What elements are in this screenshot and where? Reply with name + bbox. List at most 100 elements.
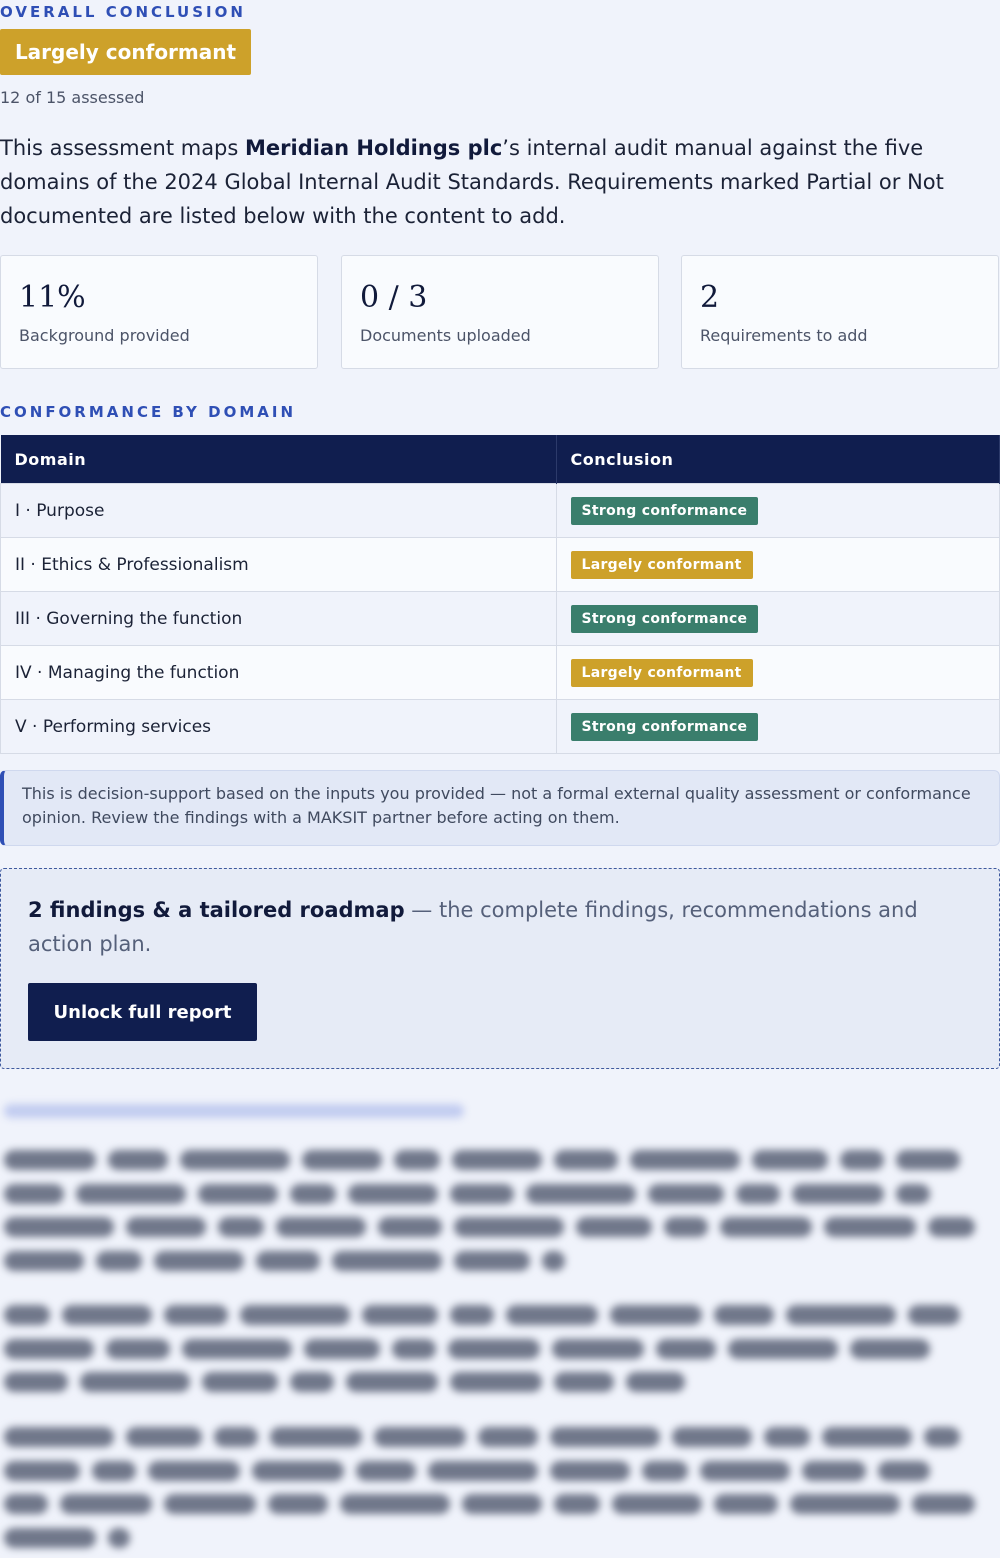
blurred-word — [240, 1305, 350, 1325]
stat-value: 0 / 3 — [360, 280, 428, 315]
blurred-word — [764, 1427, 810, 1447]
table-header-row: Domain Conclusion — [0, 435, 1000, 484]
blurred-word — [80, 1372, 190, 1392]
blurred-word — [454, 1217, 564, 1237]
blurred-word — [610, 1305, 702, 1325]
blurred-word — [462, 1494, 542, 1514]
status-badge: Strong conformance — [570, 604, 759, 633]
blurred-word — [164, 1494, 256, 1514]
status-badge: Strong conformance — [570, 712, 759, 741]
blurred-word — [340, 1494, 450, 1514]
blurred-word — [550, 1427, 660, 1447]
blurred-word — [198, 1184, 278, 1204]
unlock-description: 2 findings & a tailored roadmap — the co… — [28, 893, 948, 961]
blurred-word — [4, 1372, 68, 1392]
blurred-word — [792, 1184, 884, 1204]
stat-value: 11% — [19, 280, 86, 315]
blurred-word — [428, 1461, 538, 1481]
conclusion-cell: Largely conformant — [555, 537, 1000, 592]
blurred-word — [106, 1339, 170, 1359]
stat-label: Background provided — [19, 326, 190, 345]
blurred-word — [290, 1184, 336, 1204]
blurred-word — [60, 1494, 152, 1514]
stat-card-requirements: 2 Requirements to add — [681, 255, 999, 369]
blurred-word — [786, 1305, 896, 1325]
blurred-word — [182, 1339, 292, 1359]
unlock-panel: 2 findings & a tailored roadmap — the co… — [0, 868, 1000, 1069]
domain-cell: II · Ethics & Professionalism — [0, 537, 557, 592]
stat-value: 2 — [700, 280, 720, 315]
blurred-word — [4, 1184, 64, 1204]
blurred-word — [4, 1305, 50, 1325]
unlock-headline: 2 findings & a tailored roadmap — [28, 898, 405, 922]
status-badge: Largely conformant — [570, 658, 753, 687]
blurred-word — [164, 1305, 228, 1325]
blurred-word — [630, 1150, 740, 1170]
blurred-word — [554, 1150, 618, 1170]
blurred-word — [736, 1184, 780, 1204]
blurred-heading — [4, 1104, 464, 1118]
unlock-full-report-button[interactable]: Unlock full report — [28, 983, 257, 1041]
domain-cell: V · Performing services — [0, 699, 557, 754]
blurred-word — [908, 1305, 960, 1325]
blurred-word — [700, 1461, 790, 1481]
blurred-word — [392, 1339, 436, 1359]
stat-card-background: 11% Background provided — [0, 255, 318, 369]
blurred-word — [276, 1217, 366, 1237]
blurred-word — [148, 1461, 240, 1481]
blurred-word — [824, 1217, 916, 1237]
column-header-conclusion: Conclusion — [556, 435, 1000, 484]
blurred-word — [96, 1251, 142, 1271]
table-row: II · Ethics & Professionalism Largely co… — [0, 537, 1000, 592]
overall-conclusion-badge: Largely conformant — [0, 29, 251, 75]
blurred-word — [4, 1251, 84, 1271]
blurred-word — [714, 1494, 778, 1514]
blurred-word — [896, 1150, 960, 1170]
blurred-word — [448, 1339, 540, 1359]
blurred-word — [218, 1217, 264, 1237]
domain-cell: III · Governing the function — [0, 591, 557, 646]
status-badge: Largely conformant — [570, 550, 753, 579]
blurred-word — [270, 1427, 362, 1447]
table-row: IV · Managing the function Largely confo… — [0, 645, 1000, 700]
blurred-word — [672, 1427, 752, 1447]
blurred-word — [356, 1461, 416, 1481]
conclusion-cell: Largely conformant — [555, 645, 1000, 700]
blurred-word — [362, 1305, 438, 1325]
blurred-word — [108, 1528, 130, 1548]
blurred-word — [924, 1427, 960, 1447]
blurred-word — [378, 1217, 442, 1237]
blurred-word — [450, 1184, 514, 1204]
blurred-word — [92, 1461, 136, 1481]
blurred-word — [268, 1494, 328, 1514]
blurred-word — [4, 1150, 96, 1170]
domain-cell: I · Purpose — [0, 483, 557, 538]
domain-table: Domain Conclusion I · Purpose Strong con… — [0, 435, 1000, 754]
conclusion-cell: Strong conformance — [555, 591, 1000, 646]
conclusion-cell: Strong conformance — [555, 699, 1000, 754]
intro-text-start: This assessment maps — [0, 136, 246, 160]
blurred-word — [214, 1427, 258, 1447]
blurred-word — [642, 1461, 688, 1481]
blurred-word — [450, 1372, 542, 1392]
table-row: V · Performing services Strong conforman… — [0, 699, 1000, 754]
status-badge: Strong conformance — [570, 496, 759, 525]
blurred-word — [202, 1372, 278, 1392]
blurred-word — [552, 1339, 644, 1359]
blurred-word — [348, 1184, 438, 1204]
blurred-word — [802, 1461, 866, 1481]
blurred-word — [576, 1217, 652, 1237]
blurred-word — [896, 1184, 930, 1204]
blurred-word — [840, 1150, 884, 1170]
intro-paragraph: This assessment maps Meridian Holdings p… — [0, 131, 960, 233]
blurred-word — [478, 1427, 538, 1447]
stat-label: Requirements to add — [700, 326, 868, 345]
blurred-word — [4, 1494, 48, 1514]
blurred-word — [4, 1461, 80, 1481]
table-row: I · Purpose Strong conformance — [0, 483, 1000, 538]
blurred-word — [542, 1251, 565, 1271]
blurred-word — [506, 1305, 598, 1325]
blurred-word — [850, 1339, 930, 1359]
blurred-word — [302, 1150, 382, 1170]
blurred-word — [304, 1339, 380, 1359]
